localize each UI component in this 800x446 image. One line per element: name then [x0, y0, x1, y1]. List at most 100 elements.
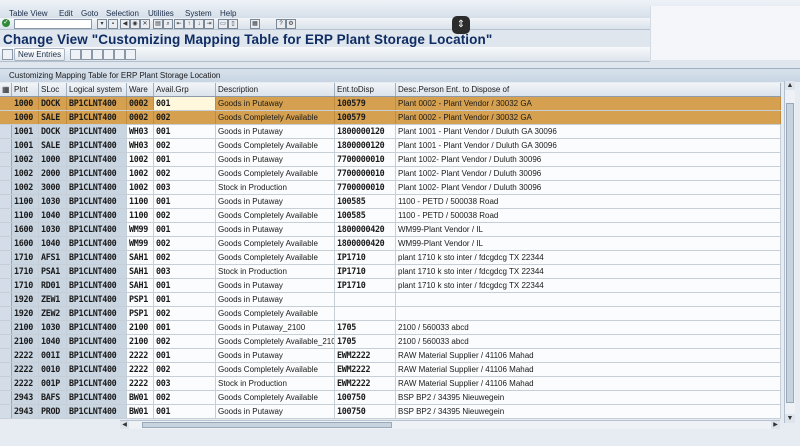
cell-desc-person[interactable]: Plant 0002 - Plant Vendor / 30032 GA	[396, 111, 781, 124]
cell-avail-grp[interactable]: 003	[154, 181, 216, 194]
cell-description[interactable]: Goods in Putaway	[216, 223, 335, 236]
cell-warehouse[interactable]: SAH1	[127, 279, 154, 292]
cell-ent-to-disp[interactable]: IP1710	[335, 265, 396, 278]
cell-desc-person[interactable]: RAW Material Supplier / 41106 Mahad	[396, 363, 781, 376]
cell-desc-person[interactable]: Plant 1002- Plant Vendor / Duluth 30096	[396, 181, 781, 194]
table-row[interactable]: 1000 SALE BP1CLNT400 0002 002 Goods Completel…	[0, 111, 781, 125]
scroll-left-icon[interactable]: ◀	[120, 421, 129, 429]
row-selector[interactable]	[0, 181, 12, 194]
menu-table-view[interactable]: Table View	[9, 9, 48, 18]
cell-description[interactable]: Goods in Putaway	[216, 125, 335, 138]
row-selector[interactable]	[0, 293, 12, 306]
first-page-icon[interactable]: ⇤	[174, 19, 184, 29]
select-all-column-icon[interactable]: ▦	[0, 83, 12, 96]
cell-desc-person[interactable]: WM99-Plant Vendor / IL	[396, 223, 781, 236]
cell-warehouse[interactable]: 1100	[127, 209, 154, 222]
cell-avail-grp[interactable]: 002	[154, 111, 216, 124]
row-selector[interactable]	[0, 251, 12, 264]
arrow-down-icon[interactable]: ▾	[97, 19, 107, 29]
column-header-avail-grp[interactable]: Avail.Grp	[154, 83, 216, 96]
cell-description[interactable]: Stock in Production	[216, 181, 335, 194]
cell-ent-to-disp[interactable]: 1800000120	[335, 125, 396, 138]
table-row[interactable]: 1000 DOCK BP1CLNT400 0002 001 Goods in Putawa…	[0, 97, 781, 111]
table-row[interactable]: 1100 1040 BP1CLNT400 1100 002 Goods Completel…	[0, 209, 781, 223]
table-row[interactable]: 1001 SALE BP1CLNT400 WH03 002 Goods Completel…	[0, 139, 781, 153]
cell-desc-person[interactable]: Plant 1002- Plant Vendor / Duluth 30096	[396, 167, 781, 180]
cell-ent-to-disp[interactable]: 100585	[335, 209, 396, 222]
cell-avail-grp[interactable]: 002	[154, 139, 216, 152]
table-row[interactable]: 1002 1000 BP1CLNT400 1002 001 Goods in Putawa…	[0, 153, 781, 167]
cell-ent-to-disp[interactable]: 1705	[335, 321, 396, 334]
cell-desc-person[interactable]: Plant 1001 - Plant Vendor / Duluth GA 30…	[396, 125, 781, 138]
table-row[interactable]: 1002 3000 BP1CLNT400 1002 003 Stock in Produc…	[0, 181, 781, 195]
cell-avail-grp[interactable]: 001	[154, 97, 216, 110]
cell-avail-grp[interactable]: 002	[154, 335, 216, 348]
cell-ent-to-disp[interactable]: 7700000010	[335, 167, 396, 180]
table-row[interactable]: 1600 1030 BP1CLNT400 WM99 001 Goods in Putawa…	[0, 223, 781, 237]
cell-avail-grp[interactable]: 002	[154, 307, 216, 320]
table-row[interactable]: 2222 001I BP1CLNT400 2222 001 Goods in Putawa…	[0, 349, 781, 363]
horizontal-scrollbar[interactable]: ◀ ▶	[120, 420, 780, 429]
cell-ent-to-disp[interactable]: 100579	[335, 111, 396, 124]
row-selector[interactable]	[0, 405, 12, 418]
row-selector[interactable]	[0, 139, 12, 152]
cell-warehouse[interactable]: 0002	[127, 111, 154, 124]
cell-ent-to-disp[interactable]	[335, 307, 396, 320]
cell-warehouse[interactable]: 1002	[127, 181, 154, 194]
column-header-description[interactable]: Description	[216, 83, 335, 96]
menu-edit[interactable]: Edit	[59, 9, 73, 18]
select-all-icon[interactable]	[103, 49, 114, 60]
menu-selection[interactable]: Selection	[106, 9, 139, 18]
cell-warehouse[interactable]: 2222	[127, 363, 154, 376]
cell-description[interactable]: Goods Completely Available	[216, 167, 335, 180]
column-header-sloc[interactable]: SLoc	[39, 83, 67, 96]
table-row[interactable]: 1001 DOCK BP1CLNT400 WH03 001 Goods in Putawa…	[0, 125, 781, 139]
cell-warehouse[interactable]: 2100	[127, 321, 154, 334]
cell-avail-grp[interactable]: 001	[154, 279, 216, 292]
cell-ent-to-disp[interactable]: 1800000120	[335, 139, 396, 152]
row-selector[interactable]	[0, 307, 12, 320]
table-row[interactable]: 2222 0010 BP1CLNT400 2222 002 Goods Completel…	[0, 363, 781, 377]
table-row[interactable]: 2100 1040 BP1CLNT400 2100 002 Goods Completel…	[0, 335, 781, 349]
cell-ent-to-disp[interactable]: 1705	[335, 335, 396, 348]
cell-avail-grp[interactable]: 001	[154, 223, 216, 236]
cell-description[interactable]: Goods in Putaway	[216, 279, 335, 292]
cell-ent-to-disp[interactable]: 7700000010	[335, 181, 396, 194]
table-row[interactable]: 1920 ZEW2 BP1CLNT400 PSP1 002 Goods Completel…	[0, 307, 781, 321]
help-icon[interactable]: ?	[276, 19, 286, 29]
column-header-ent-to-disp[interactable]: Ent.toDisp	[335, 83, 396, 96]
hscroll-thumb[interactable]	[142, 422, 392, 428]
find-icon[interactable]: ⌕	[163, 19, 173, 29]
enter-icon[interactable]: ✓	[2, 19, 10, 27]
row-selector[interactable]	[0, 265, 12, 278]
cell-description[interactable]: Goods in Putaway_2100	[216, 321, 335, 334]
table-row[interactable]: 1710 AFS1 BP1CLNT400 SAH1 002 Goods Completel…	[0, 251, 781, 265]
cell-avail-grp[interactable]: 001	[154, 195, 216, 208]
column-header-desc-person[interactable]: Desc.Person Ent. to Dispose of	[396, 83, 781, 96]
cell-description[interactable]: Goods Completely Available	[216, 237, 335, 250]
cell-ent-to-disp[interactable]: 1800000420	[335, 237, 396, 250]
cell-description[interactable]: Goods in Putaway	[216, 405, 335, 418]
scroll-down-icon[interactable]: ▼	[785, 414, 795, 423]
row-selector[interactable]	[0, 195, 12, 208]
cell-description[interactable]: Goods Completely Available	[216, 251, 335, 264]
row-selector[interactable]	[0, 125, 12, 138]
cell-ent-to-disp[interactable]: EWM2222	[335, 349, 396, 362]
deselect-all-icon[interactable]	[125, 49, 136, 60]
cell-desc-person[interactable]: Plant 0002 - Plant Vendor / 30032 GA	[396, 97, 781, 110]
new-session-icon[interactable]: ▭	[218, 19, 228, 29]
cell-desc-person[interactable]: RAW Material Supplier / 41106 Mahad	[396, 349, 781, 362]
cell-description[interactable]: Stock in Production	[216, 265, 335, 278]
menu-help[interactable]: Help	[220, 9, 236, 18]
cell-desc-person[interactable]	[396, 307, 781, 320]
cell-desc-person[interactable]: WM99-Plant Vendor / IL	[396, 237, 781, 250]
cell-warehouse[interactable]: WH03	[127, 139, 154, 152]
cell-description[interactable]: Stock in Production	[216, 377, 335, 390]
scroll-up-icon[interactable]: ▲	[785, 81, 795, 90]
row-selector[interactable]	[0, 111, 12, 124]
cell-description[interactable]: Goods Completely Available	[216, 391, 335, 404]
cell-avail-grp[interactable]: 001	[154, 153, 216, 166]
cell-warehouse[interactable]: 2100	[127, 335, 154, 348]
row-selector[interactable]	[0, 209, 12, 222]
cell-description[interactable]: Goods Completely Available	[216, 111, 335, 124]
